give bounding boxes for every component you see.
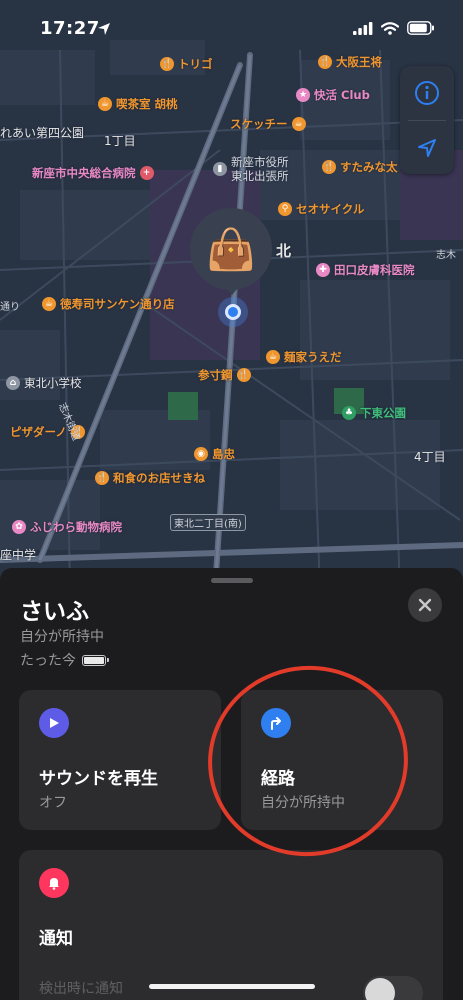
handbag-icon: 👜: [206, 226, 256, 273]
poi-clinic[interactable]: ✚ 田口皮膚科医院: [316, 262, 415, 278]
play-sound-subtitle: オフ: [39, 795, 67, 811]
cross-icon: +: [139, 166, 154, 180]
directions-subtitle: 自分が所持中: [261, 795, 345, 811]
battery-icon: [407, 21, 434, 35]
school-label: 座中学: [0, 548, 37, 562]
item-owner-status: 自分が所持中: [20, 629, 104, 645]
poi-japanese-restaurant[interactable]: 🍴 和食のお店せきね: [95, 470, 205, 486]
current-location-dot: [218, 297, 248, 327]
cup-icon: ☕: [266, 350, 280, 364]
status-time: 17:27: [40, 18, 100, 39]
bicycle-icon: ⚲: [278, 202, 292, 216]
turn-right-arrow-icon: [261, 708, 291, 738]
poi-restaurant[interactable]: 🍴 トリゴ: [160, 56, 213, 72]
updated-text: たった今: [20, 653, 76, 669]
bag-icon: ◉: [194, 447, 208, 461]
close-icon: [418, 598, 432, 612]
home-indicator[interactable]: [149, 984, 315, 989]
play-sound-card[interactable]: サウンドを再生 オフ: [19, 690, 221, 830]
item-detail-sheet: さいふ 自分が所持中 たった今 サウンドを再生 オフ 経路 自分が所持中 通知 …: [0, 568, 463, 1000]
poi-cafe[interactable]: ☕ 喫茶室 胡桃: [98, 96, 178, 112]
area-label: 北: [276, 242, 292, 260]
school-icon: ⌂: [6, 376, 20, 390]
poi-city-office[interactable]: ▮ 新座市役所 東北出張所: [213, 155, 289, 183]
block-label: 4丁目: [414, 450, 446, 464]
fork-knife-icon: 🍴: [160, 57, 174, 71]
notify-when-found-toggle[interactable]: [363, 976, 423, 1000]
directions-title: 経路: [261, 769, 295, 789]
info-icon: [415, 81, 439, 105]
road-label: 志木: [436, 250, 456, 261]
tooth-icon: ✚: [316, 263, 330, 277]
location-arrow-icon: [98, 23, 110, 35]
building-icon: ▮: [213, 162, 227, 176]
wifi-icon: [381, 21, 399, 35]
notify-when-found-label: 検出時に通知: [39, 981, 123, 997]
item-pin[interactable]: 👜: [190, 208, 272, 290]
directions-card[interactable]: 経路 自分が所持中: [241, 690, 443, 830]
poi-restaurant[interactable]: 参寸鋼 🍴: [198, 367, 251, 383]
fork-knife-icon: 🍴: [322, 160, 336, 174]
battery-icon: [82, 654, 109, 666]
poi-cafe[interactable]: スケッチー ☕: [230, 116, 306, 132]
fork-knife-icon: 🍴: [236, 368, 251, 382]
poi-sushi[interactable]: ☕ 徳寿司サンケン通り店: [42, 296, 175, 312]
item-name: さいふ: [20, 599, 89, 625]
intersection-label: 東北二丁目(南): [170, 514, 246, 531]
map-controls: [400, 66, 454, 174]
tree-icon: ♣: [342, 406, 356, 420]
notifications-card: 通知 検出時に通知: [19, 850, 443, 1000]
location-arrow-icon: [418, 139, 436, 157]
poi-park[interactable]: ♣ 下東公園: [342, 405, 406, 421]
status-bar: 17:27: [0, 0, 463, 58]
close-button[interactable]: [408, 588, 442, 622]
play-icon: [39, 708, 69, 738]
fork-knife-icon: 🍴: [95, 471, 109, 485]
sheet-grabber[interactable]: [211, 578, 253, 583]
info-button[interactable]: [400, 66, 454, 120]
block-label: 1丁目: [104, 134, 136, 148]
map-base: [0, 40, 463, 590]
poi-hospital[interactable]: 新座市中央総合病院 +: [32, 165, 154, 181]
poi-store[interactable]: ◉ 島忠: [194, 446, 235, 462]
cellular-signal-icon: [353, 21, 373, 35]
poi-vet[interactable]: ✿ ふじわら動物病院: [12, 519, 122, 535]
poi-entertainment[interactable]: ★ 快活 Club: [296, 87, 370, 103]
pin-tail: [223, 284, 241, 295]
cup-icon: ☕: [98, 97, 112, 111]
play-sound-title: サウンドを再生: [39, 769, 158, 789]
poi-ramen[interactable]: ☕ 麺家うえだ: [266, 349, 342, 365]
star-icon: ★: [296, 88, 310, 102]
notifications-title: 通知: [39, 929, 73, 949]
poi-bicycle-shop[interactable]: ⚲ セオサイクル: [278, 201, 364, 217]
item-updated: たった今: [20, 650, 109, 670]
cup-icon: ☕: [42, 297, 56, 311]
bell-icon: [39, 868, 69, 898]
poi-school[interactable]: ⌂ 東北小学校: [6, 375, 82, 391]
paw-icon: ✿: [12, 520, 26, 534]
locate-me-button[interactable]: [400, 121, 454, 175]
map-view[interactable]: 🍴 トリゴ 🍴 大阪王将 ☕ 喫茶室 胡桃 ★ 快活 Club スケッチー ☕ 🍴 すたみな…: [0, 0, 463, 590]
poi-restaurant[interactable]: 🍴 すたみな太: [322, 159, 398, 175]
park-label: れあい第四公園: [0, 126, 85, 140]
road-label: 通り: [0, 302, 20, 313]
cup-icon: ☕: [291, 117, 306, 131]
